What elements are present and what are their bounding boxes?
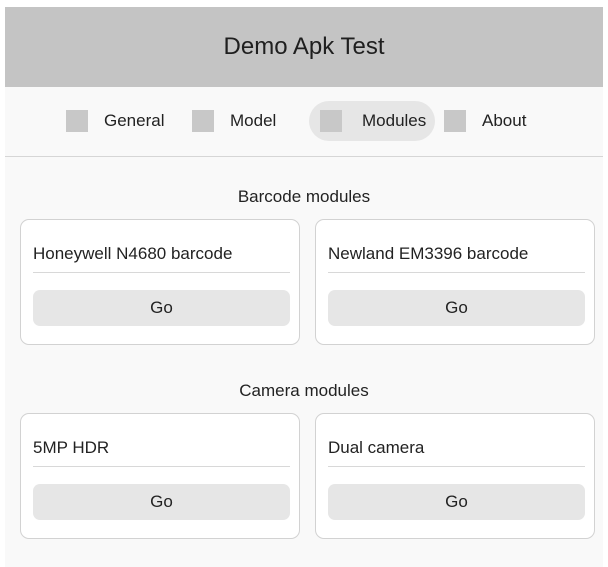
module-name: Newland EM3396 barcode <box>328 244 529 263</box>
title-bar: Demo Apk Test <box>5 7 603 87</box>
app-window: Demo Apk Test General Model Modules Abou… <box>5 7 603 567</box>
model-icon <box>192 110 214 132</box>
general-icon <box>66 110 88 132</box>
tab-modules[interactable]: Modules <box>309 101 435 141</box>
go-button[interactable]: Go <box>33 290 290 326</box>
module-card: Newland EM3396 barcode Go <box>315 219 595 345</box>
module-name: 5MP HDR <box>33 438 110 457</box>
tab-about[interactable]: About <box>444 101 526 141</box>
tab-bar: General Model Modules About <box>5 87 603 157</box>
card-divider <box>33 466 290 467</box>
tab-general-label: General <box>104 111 165 130</box>
go-button[interactable]: Go <box>328 484 585 520</box>
section-title-barcode: Barcode modules <box>237 187 371 206</box>
module-card: Honeywell N4680 barcode Go <box>20 219 300 345</box>
tab-model-label: Model <box>230 111 277 130</box>
go-button[interactable]: Go <box>33 484 290 520</box>
app-title: Demo Apk Test <box>223 33 385 60</box>
tab-model[interactable]: Model <box>192 101 276 141</box>
card-divider <box>328 466 585 467</box>
card-divider <box>328 272 585 273</box>
module-card: Dual camera Go <box>315 413 595 539</box>
modules-icon <box>320 110 342 132</box>
go-button[interactable]: Go <box>328 290 585 326</box>
tab-modules-label: Modules <box>362 111 427 130</box>
card-divider <box>33 272 290 273</box>
tab-general[interactable]: General <box>66 101 164 141</box>
about-icon <box>444 110 466 132</box>
module-card: 5MP HDR Go <box>20 413 300 539</box>
tab-about-label: About <box>482 111 527 130</box>
section-title-camera: Camera modules <box>239 381 369 400</box>
module-name: Honeywell N4680 barcode <box>33 244 233 263</box>
module-name: Dual camera <box>328 438 425 457</box>
